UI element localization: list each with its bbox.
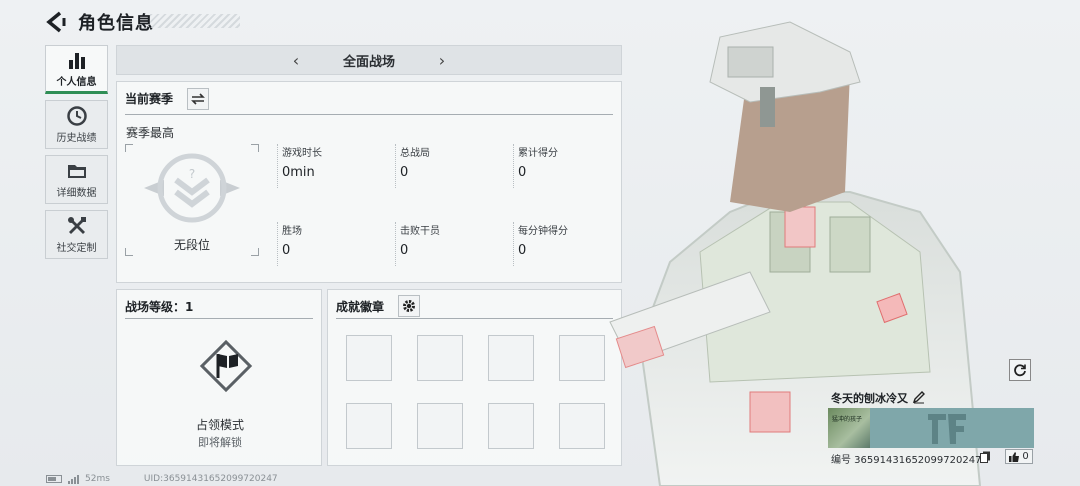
page-title: 角色信息	[78, 13, 154, 34]
rank-emblem-icon: ?	[144, 153, 240, 223]
player-id: 编号 365914316520997202​47	[831, 455, 982, 466]
mode-name: 占领模式	[195, 418, 244, 432]
stat-label: 总战局	[400, 148, 430, 159]
folder-icon	[67, 165, 86, 178]
chevron-left-icon[interactable]: ‹	[283, 51, 309, 70]
avatar-caption: 猛冲的孩子	[832, 416, 863, 423]
nav-item-history[interactable]: 历史战绩	[45, 100, 108, 149]
rank-name: 无段位	[173, 238, 210, 252]
nav-item-label: 个人信息	[56, 77, 97, 88]
tools-icon	[67, 217, 86, 234]
like-button[interactable]: 0	[1005, 449, 1033, 464]
nav-item-label: 历史战绩	[56, 133, 97, 144]
refresh-icon	[1014, 364, 1026, 377]
season-switch-button[interactable]	[187, 88, 209, 110]
history-clock-icon	[66, 106, 87, 126]
battery-icon	[46, 475, 62, 483]
badge-slot[interactable]	[488, 335, 534, 381]
back-arrow-icon[interactable]	[44, 10, 70, 34]
refresh-button[interactable]	[1009, 359, 1031, 381]
swap-arrows-icon	[191, 93, 205, 105]
stat-total-matches: 总战局 0	[395, 144, 513, 188]
stat-play-time: 游戏时长 0min	[277, 144, 395, 188]
bar-chart-icon	[68, 53, 85, 69]
flag-icon	[199, 339, 253, 393]
season-best-label: 赛季最高	[126, 126, 175, 140]
nav-item-detailed-data[interactable]: 详细数据	[45, 155, 108, 204]
stat-value: 0	[400, 243, 409, 258]
status-bar: 52ms UID:365914316520997202​47	[46, 474, 278, 484]
stat-value: 0	[282, 243, 291, 258]
player-avatar: 猛冲的孩子	[828, 408, 870, 448]
badge-slot[interactable]	[346, 335, 392, 381]
stat-wins: 胜场 0	[277, 222, 395, 266]
stat-label: 胜场	[282, 226, 302, 237]
badge-slot[interactable]	[488, 403, 534, 449]
nav-item-label: 详细数据	[56, 188, 97, 199]
season-heading: 当前赛季	[125, 92, 174, 106]
mode-selector: ‹ 全面战场 ›	[116, 45, 622, 75]
season-panel: 当前赛季 赛季最高 ? 无段位 游戏时长 0min 总战局 0 累计得分 0 胜…	[116, 81, 622, 283]
thumbs-up-icon	[1009, 451, 1020, 462]
team-emblem-icon	[928, 414, 966, 444]
stat-kills: 击败干员 0	[395, 222, 513, 266]
nav-item-social[interactable]: 社交定制	[45, 210, 108, 259]
nav-item-personal-info[interactable]: 个人信息	[45, 45, 108, 94]
battlefield-level-panel: 战场等级：1 占领模式 即将解锁	[116, 289, 322, 466]
edit-pencil-icon[interactable]	[912, 390, 926, 404]
copy-icon[interactable]	[980, 451, 991, 463]
uid-text: UID:365914316520997202​47	[143, 474, 278, 484]
signal-icon	[68, 474, 79, 484]
battlefield-level-heading: 战场等级：1	[125, 300, 194, 314]
player-card-banner[interactable]: 猛冲的孩子	[828, 408, 1034, 448]
current-mode-label: 全面战场	[342, 54, 395, 70]
nav-item-label: 社交定制	[56, 243, 97, 254]
stat-label: 击败干员	[400, 226, 440, 237]
ping-text: 52ms	[85, 474, 110, 484]
rank-display: ? 无段位	[125, 144, 259, 256]
stat-value: 0min	[282, 165, 315, 180]
gear-icon	[403, 300, 415, 312]
badge-slot[interactable]	[417, 335, 463, 381]
title-decoration	[150, 14, 240, 28]
badge-slot[interactable]	[346, 403, 392, 449]
player-name: 冬天的刨冰冷又	[831, 392, 908, 405]
achievements-heading: 成就徽章	[336, 300, 385, 314]
divider	[336, 318, 613, 319]
chevron-right-icon[interactable]: ›	[429, 51, 455, 70]
mode-unlock-card[interactable]: 占领模式 即将解锁	[125, 324, 315, 460]
achievements-settings-button[interactable]	[398, 295, 420, 317]
mode-unlock-status: 即将解锁	[198, 436, 242, 449]
svg-text:?: ?	[189, 167, 195, 181]
badge-slot[interactable]	[559, 335, 605, 381]
badge-slot[interactable]	[417, 403, 463, 449]
badge-slot[interactable]	[559, 403, 605, 449]
stat-label: 游戏时长	[282, 148, 322, 159]
divider	[125, 114, 613, 115]
stat-value: 0	[400, 165, 409, 180]
achievements-panel: 成就徽章	[327, 289, 622, 466]
side-nav: 个人信息 历史战绩 详细数据 社交定制	[45, 45, 109, 265]
like-count: 0	[1022, 451, 1029, 462]
divider	[125, 318, 313, 319]
